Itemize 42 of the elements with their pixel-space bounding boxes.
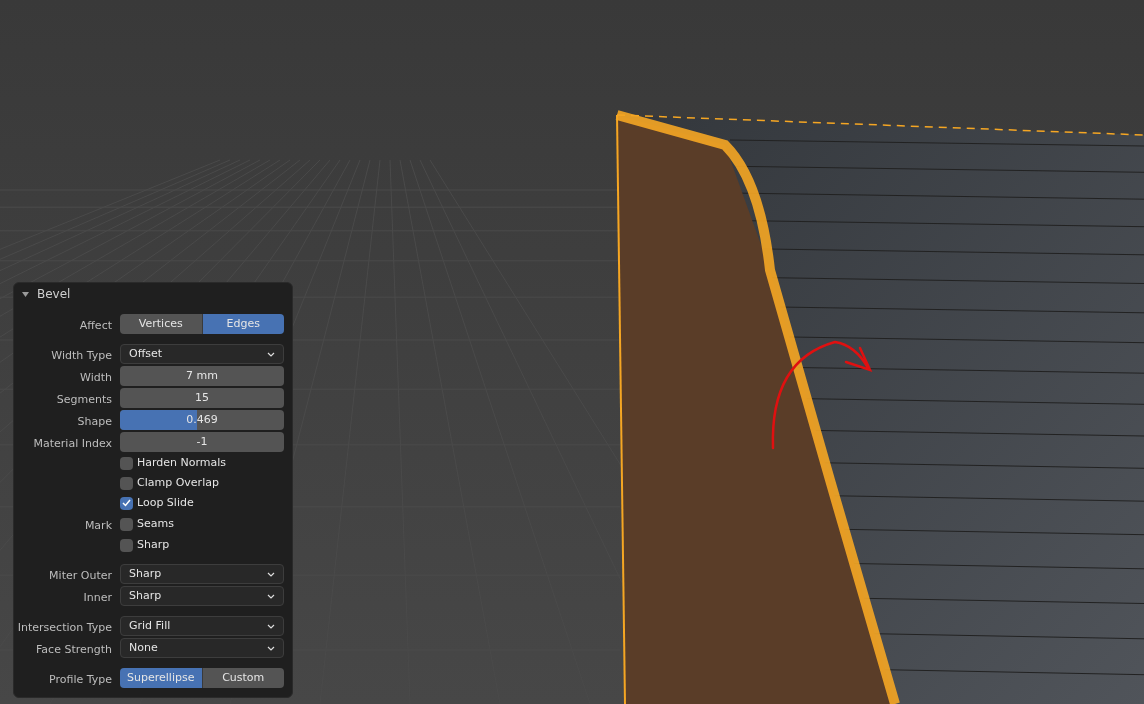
checkbox[interactable] <box>120 517 133 531</box>
field-label: Intersection Type <box>17 621 112 634</box>
checkbox[interactable] <box>120 476 133 490</box>
dropdown[interactable]: Offset <box>120 344 284 364</box>
checkbox-label[interactable]: Clamp Overlap <box>137 474 219 492</box>
number-field[interactable]: 7 mm <box>120 366 284 386</box>
checkbox[interactable] <box>120 496 133 510</box>
collapse-triangle-icon[interactable] <box>22 290 29 298</box>
checkbox-label[interactable]: Harden Normals <box>137 454 227 472</box>
checkbox-label[interactable]: Seams <box>137 515 174 533</box>
chevron-down-icon <box>267 645 275 651</box>
chevron-down-icon <box>267 351 275 357</box>
field-label: Segments <box>56 393 112 406</box>
toggle-button[interactable]: Vertices <box>120 314 202 334</box>
checkbox[interactable] <box>120 456 133 470</box>
chevron-down-icon <box>267 593 275 599</box>
field-label: Mark <box>84 519 112 532</box>
checkbox[interactable] <box>120 538 133 552</box>
chevron-down-icon <box>267 623 275 629</box>
checkbox-label[interactable]: Loop Slide <box>137 494 194 512</box>
dropdown[interactable]: Sharp <box>120 586 284 606</box>
dropdown[interactable]: None <box>120 638 284 658</box>
field-label: Width Type <box>51 349 112 362</box>
field-label: Shape <box>77 415 112 428</box>
checkmark-icon <box>122 499 131 507</box>
field-label: Face Strength <box>36 643 112 656</box>
field-label: Profile Type <box>49 673 112 686</box>
number-field[interactable]: -1 <box>120 432 284 452</box>
field-label: Miter Outer <box>49 569 112 582</box>
field-label: Affect <box>79 319 112 332</box>
dropdown[interactable]: Sharp <box>120 564 284 584</box>
toggle-button[interactable]: Edges <box>201 314 284 334</box>
toggle-button[interactable]: Superellipse <box>120 668 202 688</box>
field-label: Inner <box>83 591 112 604</box>
panel-title: Bevel <box>37 286 71 303</box>
number-field[interactable]: 15 <box>120 388 284 408</box>
field-label: Width <box>80 371 112 384</box>
dropdown[interactable]: Grid Fill <box>120 616 284 636</box>
checkbox-label[interactable]: Sharp <box>137 536 170 554</box>
toggle-button[interactable]: Custom <box>201 668 284 688</box>
chevron-down-icon <box>267 571 275 577</box>
field-label: Material Index <box>33 437 112 450</box>
